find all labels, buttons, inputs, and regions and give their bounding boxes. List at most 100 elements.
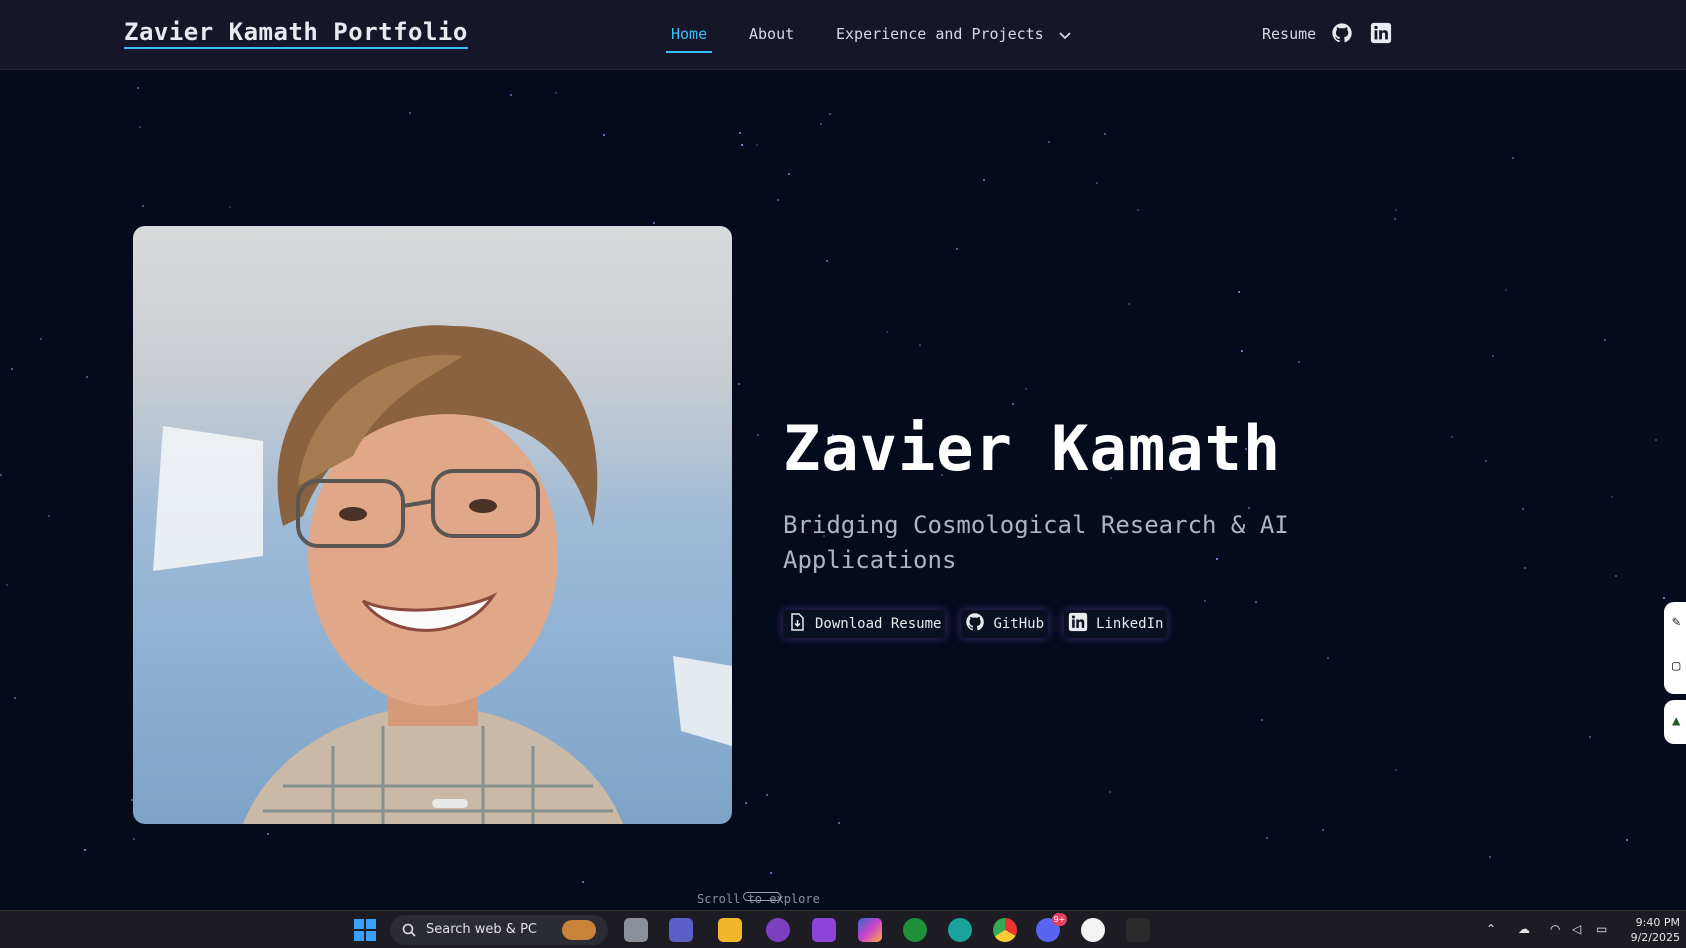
star-dot: [956, 248, 958, 250]
star-dot: [1255, 601, 1257, 603]
top-navigation-bar: Zavier Kamath Portfolio Home About Exper…: [0, 0, 1686, 70]
star-dot: [756, 144, 758, 146]
star-dot: [86, 376, 88, 378]
profile-photo: [133, 226, 732, 824]
portrait-illustration: [153, 325, 732, 824]
star-dot: [1137, 209, 1139, 211]
nav-resume-link[interactable]: Resume: [1262, 25, 1316, 43]
search-highlight-icon: [562, 920, 596, 940]
star-dot: [1492, 355, 1494, 357]
star-dot: [829, 113, 831, 115]
chevron-down-icon: [1059, 26, 1071, 44]
star-dot: [886, 331, 888, 333]
star-dot: [1489, 856, 1491, 858]
nav-link-about[interactable]: About: [749, 25, 794, 43]
star-dot: [788, 173, 790, 175]
side-toolbar-widget[interactable]: ✎ ▢: [1664, 602, 1686, 694]
star-dot: [738, 383, 740, 385]
nav-link-experience-projects[interactable]: Experience and Projects: [836, 25, 1071, 44]
star-dot: [1663, 597, 1665, 599]
taskbar-search-box[interactable]: Search web & PC: [390, 915, 608, 945]
star-dot: [919, 344, 921, 346]
file-explorer-icon[interactable]: [718, 918, 742, 942]
star-dot: [757, 434, 759, 436]
star-dot: [1395, 769, 1397, 771]
star-dot: [84, 849, 86, 851]
star-dot: [603, 134, 605, 136]
photo-handle-indicator: [432, 799, 468, 808]
star-dot: [1589, 736, 1591, 738]
teams-icon[interactable]: [669, 918, 693, 942]
github-icon[interactable]: [1331, 22, 1353, 44]
star-dot: [1025, 388, 1027, 390]
unknown-app-icon[interactable]: [1126, 918, 1150, 942]
download-file-icon: [787, 612, 807, 636]
linkedin-button-label: LinkedIn: [1096, 616, 1164, 632]
star-dot: [1485, 460, 1487, 462]
edge-icon[interactable]: [948, 918, 972, 942]
github-button[interactable]: GitHub: [961, 610, 1049, 638]
star-dot: [582, 881, 584, 883]
star-dot: [14, 697, 16, 699]
star-dot: [1626, 839, 1628, 841]
star-dot: [745, 802, 747, 804]
star-dot: [1128, 303, 1130, 305]
volume-icon[interactable]: ◁: [1572, 922, 1581, 936]
hero-name-heading: Zavier Kamath: [783, 412, 1282, 485]
star-dot: [1451, 436, 1453, 438]
star-dot: [1266, 837, 1268, 839]
show-hidden-icons-chevron-icon[interactable]: ⌃: [1486, 922, 1496, 936]
star-dot: [983, 179, 985, 181]
download-resume-button[interactable]: Download Resume: [783, 610, 946, 638]
star-dot: [1322, 829, 1324, 831]
star-dot: [137, 87, 139, 89]
linkedin-button[interactable]: LinkedIn: [1064, 610, 1168, 638]
nav-link-home[interactable]: Home: [665, 25, 713, 53]
clock-date: 9/2/2025: [1630, 931, 1680, 944]
search-placeholder: Search web & PC: [426, 922, 537, 937]
github-icon: [965, 612, 985, 636]
linkedin-icon[interactable]: [1370, 22, 1392, 44]
proton-icon[interactable]: [812, 918, 836, 942]
linkedin-icon: [1068, 612, 1088, 636]
site-brand-link[interactable]: Zavier Kamath Portfolio: [124, 18, 468, 49]
star-dot: [1241, 350, 1243, 352]
battery-icon[interactable]: ▭: [1596, 922, 1607, 936]
slack-icon[interactable]: [1081, 918, 1105, 942]
windows-start-icon[interactable]: [353, 918, 377, 942]
translate-icon[interactable]: ✎: [1672, 614, 1680, 630]
star-dot: [1096, 182, 1098, 184]
star-dot: [826, 260, 828, 262]
star-dot: [739, 132, 741, 134]
star-dot: [777, 199, 779, 201]
github-button-label: GitHub: [993, 616, 1045, 632]
wifi-icon[interactable]: ◠: [1550, 922, 1560, 936]
xbox-icon[interactable]: [903, 918, 927, 942]
clock-time: 9:40 PM: [1635, 916, 1680, 929]
chrome-icon[interactable]: [993, 918, 1017, 942]
star-dot: [0, 474, 2, 476]
star-dot: [267, 833, 269, 835]
tor-icon[interactable]: [766, 918, 790, 942]
star-dot: [1327, 657, 1329, 659]
star-dot: [409, 112, 411, 114]
onedrive-offline-icon[interactable]: ☁: [1518, 922, 1530, 936]
star-dot: [1298, 361, 1300, 363]
star-dot: [1522, 508, 1524, 510]
star-dot: [1604, 339, 1606, 341]
windows-taskbar: Search web & PC 9+ ⌃ ☁ ◠ ◁ ▭ 9:40 PM 9/2…: [0, 910, 1686, 948]
star-dot: [1611, 496, 1613, 498]
star-dot: [820, 123, 822, 125]
star-dot: [40, 338, 42, 340]
copilot-icon[interactable]: [858, 918, 882, 942]
star-dot: [1204, 600, 1206, 602]
side-widget-secondary[interactable]: ▲: [1664, 700, 1686, 744]
hero-subtitle: Bridging Cosmological Research & AI Appl…: [783, 511, 1289, 574]
extension-icon[interactable]: ▲: [1672, 713, 1680, 729]
system-clock[interactable]: 9:40 PM 9/2/2025: [1628, 915, 1680, 945]
star-dot: [139, 126, 141, 128]
star-dot: [510, 94, 512, 96]
star-dot: [741, 144, 743, 146]
task-view-icon[interactable]: [624, 918, 648, 942]
clipboard-icon[interactable]: ▢: [1672, 658, 1680, 674]
